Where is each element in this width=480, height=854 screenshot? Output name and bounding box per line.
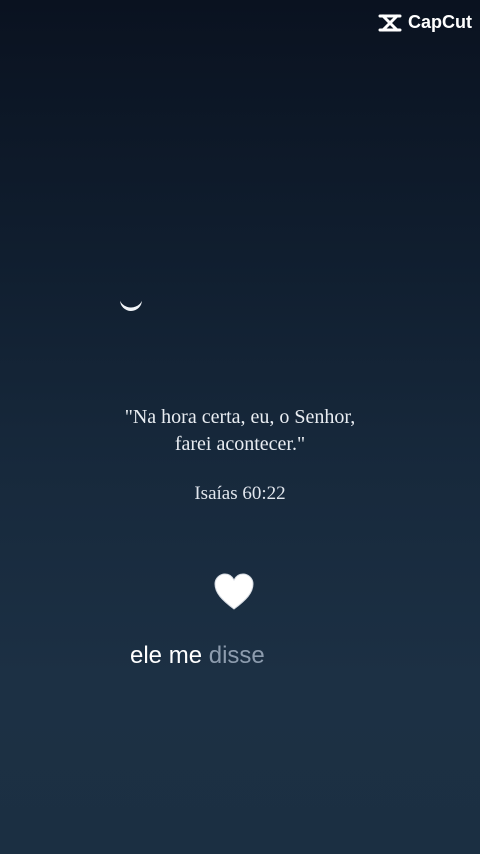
capcut-watermark: CapCut — [378, 12, 472, 33]
verse-reference: Isaías 60:22 — [194, 483, 286, 504]
verse-line-2: farei acontecer." — [174, 433, 306, 455]
verse-line-1: "Na hora certa, eu, o Senhor, — [124, 406, 356, 428]
crescent-moon-icon — [120, 289, 142, 311]
watermark-brand: CapCut — [408, 12, 472, 32]
caption-pending-words: disse — [208, 642, 265, 669]
caption-highlighted-words: ele me — [130, 642, 203, 669]
capcut-logo-icon — [378, 14, 402, 31]
verse-quote: "Na hora certa, eu, o Senhor, farei acon… — [0, 404, 480, 458]
lyric-caption: ele me disse — [130, 642, 265, 670]
white-heart-icon — [214, 573, 254, 610]
